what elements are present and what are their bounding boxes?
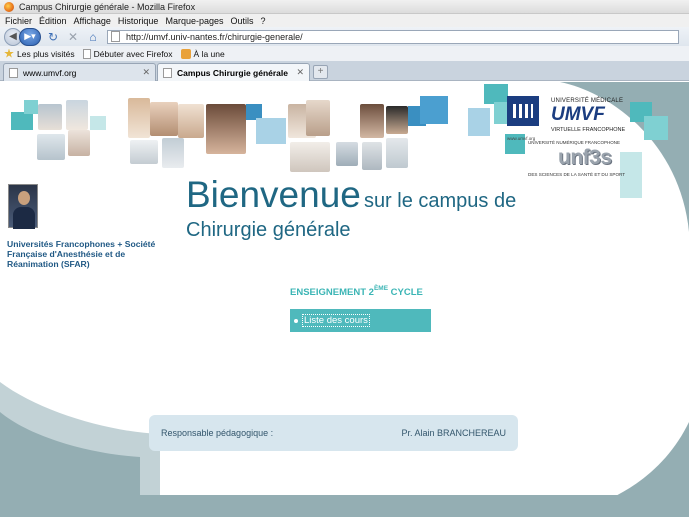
bookmark-headlines[interactable]: À la une [180, 48, 225, 59]
doctor-photo [128, 98, 150, 138]
address-bar[interactable]: http://umvf.univ-nantes.fr/chirurgie-gen… [107, 29, 679, 44]
page-content: UNIVERSITÉ MÉDICALE UMVF VIRTUELLE FRANC… [0, 82, 689, 517]
doctor-photo [386, 106, 408, 134]
responsable-panel: Responsable pédagogique : Pr. Alain BRAN… [149, 415, 518, 451]
menu-affichage[interactable]: Affichage [74, 16, 111, 26]
close-tab-icon[interactable]: ✕ [142, 67, 150, 78]
page-icon [163, 67, 172, 78]
section-prefix: ENSEIGNEMENT 2 [290, 287, 374, 298]
decor-tile [644, 116, 668, 140]
decor-tile [256, 118, 286, 144]
doctor-photo [362, 142, 382, 170]
menu-fichier[interactable]: Fichier [5, 16, 32, 26]
welcome-big-text: Bienvenue [186, 174, 361, 215]
umvf-logo[interactable]: UNIVERSITÉ MÉDICALE UMVF VIRTUELLE FRANC… [505, 94, 635, 146]
tab-campus-chirurgie[interactable]: Campus Chirurgie générale ✕ [157, 63, 310, 81]
doctor-photo [150, 102, 178, 136]
window-title: Campus Chirurgie générale - Mozilla Fire… [19, 1, 196, 12]
doctor-photo [68, 130, 90, 156]
bookmark-getting-started[interactable]: Débuter avec Firefox [82, 48, 173, 59]
doctor-photo [130, 140, 158, 164]
course-list-box: Liste des cours [290, 309, 431, 332]
doctor-photo [178, 104, 204, 138]
section-superscript: ÈME [373, 285, 389, 292]
reload-icon[interactable]: ↻ [45, 29, 61, 45]
doctor-photo [37, 134, 65, 160]
decor-tile [24, 100, 38, 114]
bookmark-label: Les plus visités [17, 48, 75, 59]
doctor-photo [206, 104, 246, 154]
surgeon-portrait [8, 184, 38, 229]
window-titlebar: Campus Chirurgie générale - Mozilla Fire… [0, 0, 689, 14]
doctor-photo [66, 100, 88, 130]
umvf-logo-name: UMVF [551, 104, 605, 125]
unf3s-logo-line1: UNIVERSITÉ NUMÉRIQUE FRANCOPHONE [528, 140, 621, 145]
tab-label: Campus Chirurgie générale [177, 67, 289, 78]
doctor-photo [386, 138, 408, 168]
back-arrow-icon: ◀ [9, 31, 17, 42]
menu-marque-pages[interactable]: Marque-pages [165, 16, 223, 26]
close-tab-icon[interactable]: ✕ [296, 67, 304, 78]
tab-label: www.umvf.org [23, 67, 77, 78]
doctor-photo [38, 104, 62, 130]
responsable-label: Responsable pédagogique : [161, 428, 274, 438]
bookmarks-toolbar: Les plus visités Débuter avec Firefox À … [0, 46, 689, 61]
section-suffix: CYCLE [390, 287, 423, 298]
tab-umvf[interactable]: www.umvf.org ✕ [3, 63, 156, 81]
doctor-photo [336, 142, 358, 166]
menu-bar: Fichier Édition Affichage Historique Mar… [0, 14, 689, 27]
doctor-photo [360, 104, 384, 138]
menu-edition[interactable]: Édition [39, 16, 67, 26]
star-icon [4, 48, 14, 58]
bookmark-label: À la une [193, 48, 225, 59]
address-url[interactable]: http://umvf.univ-nantes.fr/chirurgie-gen… [126, 32, 303, 42]
decor-tile [468, 108, 490, 136]
forward-button[interactable]: ▶▾ [19, 27, 41, 46]
doctor-photo [162, 138, 184, 168]
society-label: Universités Francophones + Société Franç… [7, 239, 156, 270]
welcome-rest-text: sur le campus de [363, 190, 517, 212]
menu-historique[interactable]: Historique [118, 16, 159, 26]
bookmark-most-visited[interactable]: Les plus visités [4, 48, 75, 59]
university-emblem-icon [507, 96, 539, 126]
page-icon [82, 48, 91, 59]
tab-strip: www.umvf.org ✕ Campus Chirurgie générale… [0, 61, 689, 81]
responsable-name: Pr. Alain BRANCHEREAU [401, 428, 506, 438]
bookmark-label: Débuter avec Firefox [93, 48, 173, 59]
forward-arrow-icon: ▶▾ [24, 31, 36, 41]
rss-icon [180, 48, 191, 59]
stop-icon[interactable]: ✕ [65, 29, 81, 45]
doctor-photo [306, 100, 330, 136]
firefox-icon [4, 1, 14, 12]
unf3s-logo[interactable]: UNIVERSITÉ NUMÉRIQUE FRANCOPHONE unf3s D… [528, 140, 636, 186]
home-icon[interactable]: ⌂ [85, 29, 101, 45]
decor-tile [420, 96, 448, 124]
doctor-photo [290, 142, 330, 172]
decor-tile [11, 112, 33, 130]
menu-outils[interactable]: Outils [231, 16, 254, 26]
new-tab-button[interactable]: + [313, 65, 328, 79]
unf3s-logo-line3: DES SCIENCES DE LA SANTÉ ET DU SPORT [528, 172, 626, 177]
page-icon [111, 31, 120, 42]
umvf-logo-line3: VIRTUELLE FRANCOPHONE [551, 127, 626, 133]
section-heading: ENSEIGNEMENT 2ÈME CYCLE [290, 285, 423, 298]
course-list-link[interactable]: Liste des cours [302, 314, 370, 327]
navigation-toolbar: ◀ ▶▾ ↻ ✕ ⌂ http://umvf.univ-nantes.fr/ch… [0, 27, 689, 46]
unf3s-logo-name: unf3s [558, 146, 612, 169]
menu-help[interactable]: ? [261, 16, 266, 26]
decor-tile [90, 116, 106, 130]
bullet-icon [294, 318, 298, 323]
welcome-heading: Bienvenue sur le campus de [186, 174, 516, 216]
page-icon [9, 67, 18, 78]
campus-name: Chirurgie générale [186, 219, 351, 241]
